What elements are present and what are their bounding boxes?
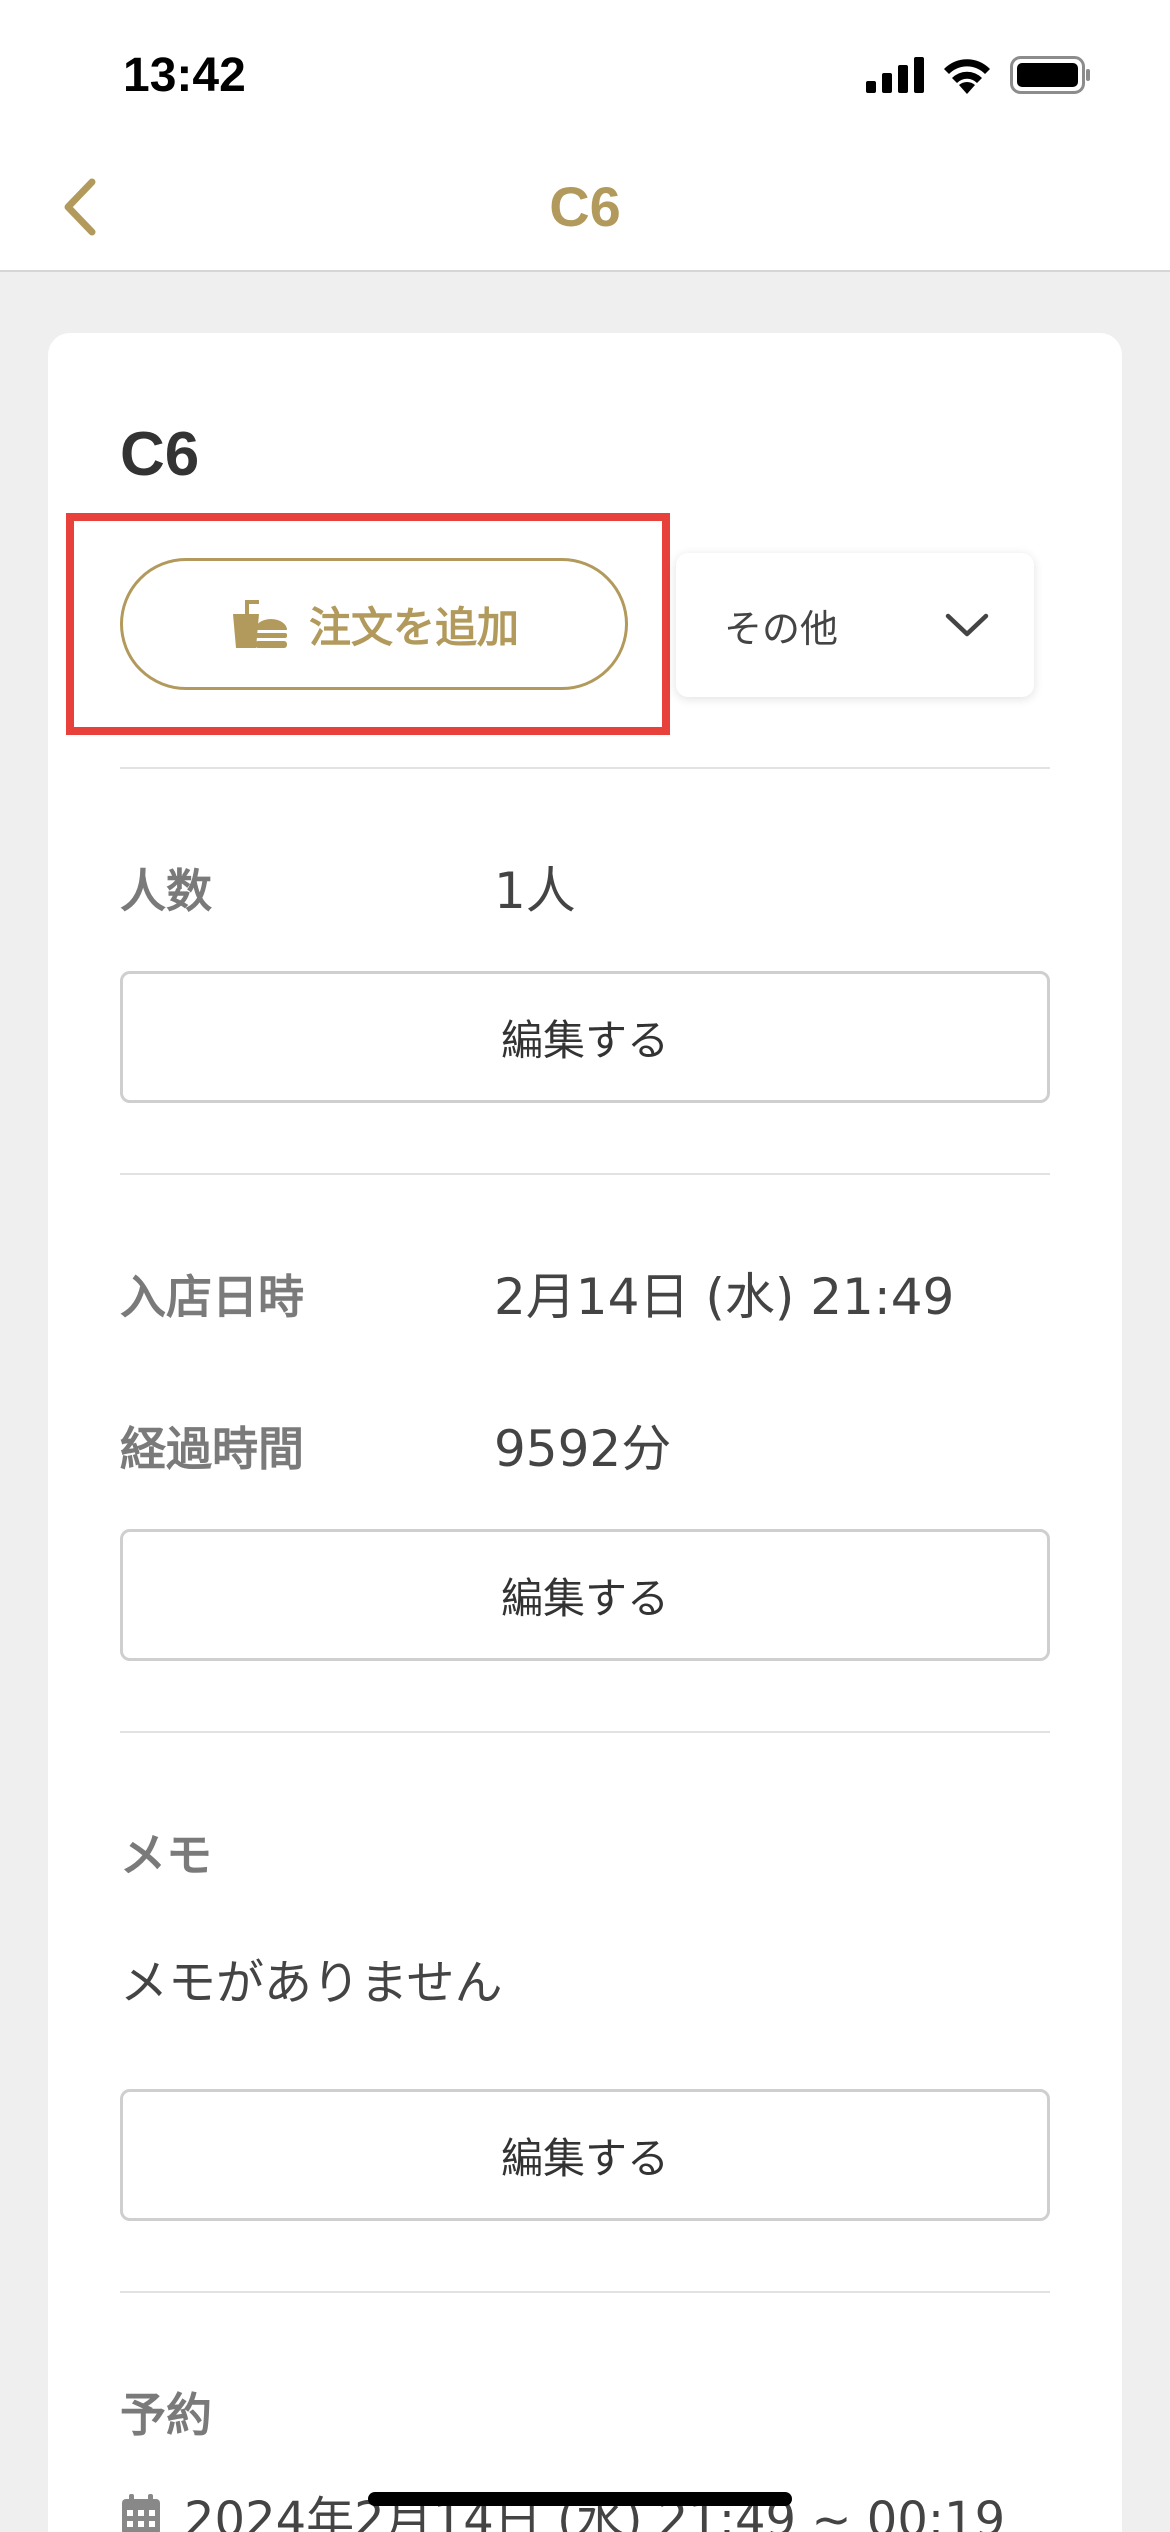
table-detail-card: C6 注文を追加 その他 人数 1人 編集する 入店日時 2月14日 (水) 2…	[48, 333, 1122, 2532]
reservation-value: 2024年2月14日 (水) 21:49 ~ 00:19	[184, 2492, 1006, 2532]
divider	[120, 2291, 1050, 2293]
elapsed-time-value: 9592分	[494, 1420, 672, 1478]
edit-visit-button[interactable]: 編集する	[120, 1529, 1050, 1661]
home-indicator	[368, 2492, 792, 2506]
guests-label: 人数	[120, 864, 212, 918]
guests-value: 1人	[494, 862, 576, 920]
status-bar: 13:42	[0, 0, 1170, 150]
entry-time-value: 2月14日 (水) 21:49	[494, 1268, 955, 1326]
battery-icon	[1010, 56, 1090, 94]
chevron-down-icon	[945, 613, 989, 637]
table-name: C6	[120, 420, 200, 489]
divider	[120, 1173, 1050, 1175]
calendar-icon	[122, 2494, 160, 2532]
elapsed-time-label: 経過時間	[120, 1422, 304, 1476]
nav-title: C6	[549, 175, 621, 238]
wifi-icon	[944, 59, 990, 94]
entry-time-label: 入店日時	[120, 1270, 304, 1324]
memo-text: メモがありません	[120, 1955, 503, 2011]
other-dropdown[interactable]: その他	[676, 553, 1034, 697]
food-order-icon	[232, 600, 287, 648]
divider	[120, 767, 1050, 769]
add-order-label: 注文を追加	[308, 602, 519, 652]
edit-guests-button[interactable]: 編集する	[120, 971, 1050, 1103]
status-icons	[866, 56, 1092, 94]
other-dropdown-label: その他	[724, 606, 839, 651]
navigation-bar: C6	[0, 150, 1170, 272]
divider	[120, 1731, 1050, 1733]
reservation-label: 予約	[120, 2388, 212, 2442]
add-order-button[interactable]: 注文を追加	[120, 558, 628, 690]
status-time: 13:42	[123, 49, 246, 102]
memo-label: メモ	[120, 1828, 212, 1882]
edit-memo-button[interactable]: 編集する	[120, 2089, 1050, 2221]
cellular-signal-icon	[866, 57, 924, 93]
reservation-row: 2024年2月14日 (水) 21:49 ~ 00:19	[120, 2480, 1005, 2532]
